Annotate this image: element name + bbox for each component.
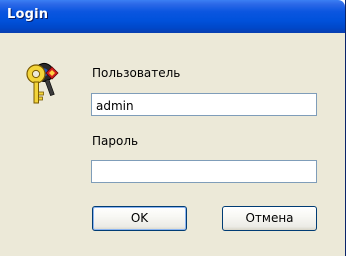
username-input[interactable] [91,93,317,116]
password-input[interactable] [91,160,317,183]
title-bar[interactable]: Login [0,0,345,33]
keys-icon [26,62,59,104]
username-label: Пользователь [92,66,181,80]
window-title: Login [7,7,49,22]
cancel-button[interactable]: Отмена [222,206,317,231]
password-label: Пароль [92,134,139,148]
ok-button[interactable]: OK [92,206,187,231]
login-dialog: Login Пользователь Пароль OK Отмена [0,0,346,256]
